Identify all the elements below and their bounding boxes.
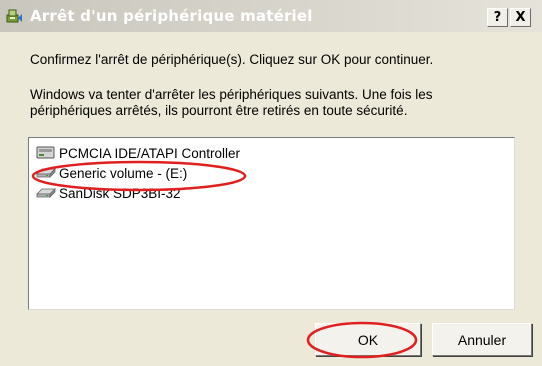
disk-drive-icon — [36, 168, 56, 178]
help-button[interactable]: ? — [487, 8, 508, 27]
list-item[interactable]: PCMCIA IDE/ATAPI Controller — [35, 143, 240, 163]
title-bar[interactable]: Arrêt d'un périphérique matériel ? X — [0, 0, 542, 32]
ok-button[interactable]: OK — [315, 323, 421, 356]
cancel-button[interactable]: Annuler — [432, 323, 532, 356]
dialog-title: Arrêt d'un périphérique matériel — [30, 7, 313, 25]
device-label: Generic volume - (E:) — [59, 165, 188, 181]
disk-drive-icon — [36, 188, 56, 198]
list-item[interactable]: Generic volume - (E:) — [35, 163, 187, 183]
close-button[interactable]: X — [510, 8, 531, 27]
device-list[interactable]: PCMCIA IDE/ATAPI Controller Generic volu… — [28, 137, 515, 310]
info-instruction-line-2: périphériques arrêtés, ils pourront être… — [30, 103, 408, 118]
controller-icon — [36, 146, 55, 159]
device-label: PCMCIA IDE/ATAPI Controller — [59, 145, 241, 161]
dialog-window: Arrêt d'un périphérique matériel ? X Con… — [0, 0, 542, 366]
list-item[interactable]: SanDisk SDP3BI-32 — [35, 183, 181, 203]
device-label: SanDisk SDP3BI-32 — [59, 185, 181, 201]
safely-remove-hardware-icon — [6, 9, 22, 23]
info-instruction-line-1: Windows va tenter d'arrêter les périphér… — [30, 87, 433, 102]
confirm-instruction: Confirmez l'arrêt de périphérique(s). Cl… — [30, 52, 434, 67]
